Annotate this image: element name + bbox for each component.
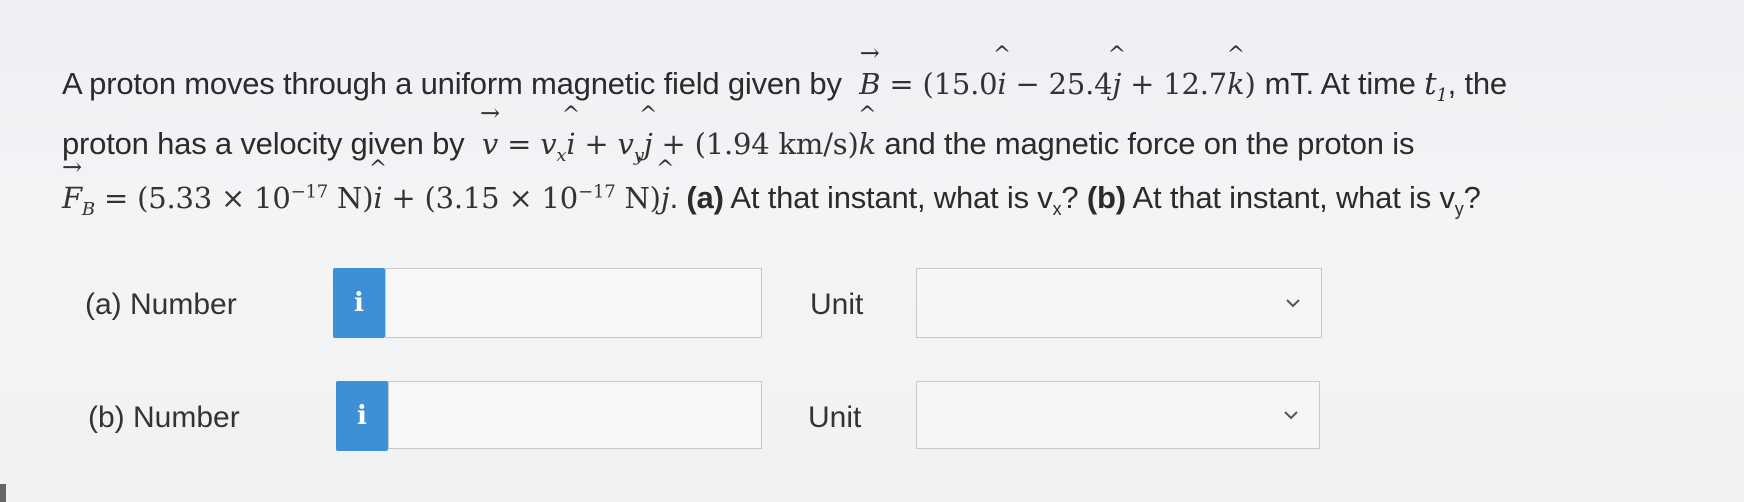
vx-symbol: vx: [540, 127, 567, 166]
vector-v-symbol: → v: [479, 99, 500, 161]
unit-vector-k: ^ k: [858, 103, 877, 162]
time-symbol: t1: [1424, 66, 1448, 107]
vy-symbol: vy: [617, 127, 644, 166]
vector-f-symbol: → F: [61, 153, 82, 215]
unit-vector-k: ^ k: [1226, 43, 1245, 102]
chevron-down-icon: [1286, 299, 1300, 308]
field-equation: → B = (15.0 ^ i − 25.4 ^ j + 12.7 ^ k): [859, 39, 1265, 102]
info-icon[interactable]: i: [333, 268, 385, 338]
unit-select-a[interactable]: [916, 268, 1322, 338]
unit-vector-i: ^ i: [368, 157, 387, 216]
unit-vector-j: ^ j: [638, 103, 658, 162]
info-icon[interactable]: i: [336, 381, 388, 451]
unit-label-a: Unit: [810, 288, 864, 321]
number-input-a[interactable]: [385, 268, 762, 338]
part-b-marker: (b): [1086, 180, 1126, 215]
unit-label-b: Unit: [808, 401, 862, 434]
part-a-marker: (a): [686, 180, 724, 215]
unit-vector-i: ^ i: [992, 43, 1012, 102]
question-line-3: → FB = (5.33 × 10−17 N) ^ i + (3.15 × 10−17…: [61, 153, 1481, 220]
vector-b-symbol: → B: [859, 39, 881, 101]
chevron-down-icon: [1284, 411, 1298, 420]
answer-label-a: (a) Number: [85, 288, 237, 321]
unit-vector-j: ^ j: [656, 157, 675, 216]
question-page: A proton moves through a uniform magneti…: [0, 0, 1744, 502]
unit-vector-i: ^ i: [561, 103, 580, 162]
question-text-segment: A proton moves through a uniform magneti…: [62, 66, 842, 101]
unit-vector-j: ^ j: [1107, 43, 1126, 102]
number-input-b[interactable]: [388, 381, 762, 449]
answer-row-b: (b) Number i Unit: [0, 381, 1744, 453]
velocity-equation: → v = vx ^ i + vy ^ j + (1.94 km/s) ^ k: [479, 99, 877, 166]
edge-marker: [0, 484, 6, 502]
answer-label-b: (b) Number: [88, 401, 240, 434]
question-line-2: proton has a velocity given by → v = vx ^ i…: [62, 99, 1415, 166]
answer-row-a: (a) Number i Unit: [0, 268, 1744, 340]
unit-select-b[interactable]: [916, 381, 1320, 449]
question-line-1: A proton moves through a uniform magneti…: [62, 39, 1507, 107]
force-equation: → FB = (5.33 × 10−17 N) ^ i + (3.15 × 10−17…: [61, 153, 675, 220]
